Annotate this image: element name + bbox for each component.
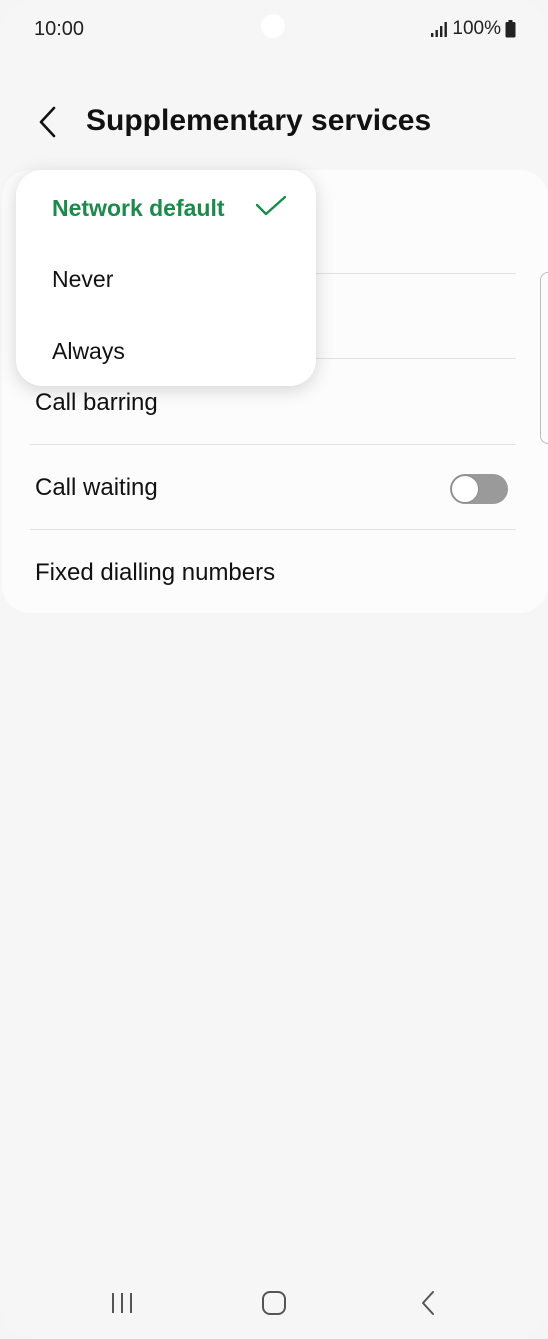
signal-icon (431, 22, 448, 37)
settings-item-label: Call waiting (35, 474, 158, 501)
status-bar: 10:00 100% (0, 0, 548, 60)
home-icon (262, 1291, 286, 1315)
settings-item-label: Fixed dialling numbers (35, 559, 276, 586)
back-icon (422, 1291, 434, 1315)
settings-item-fixed-dialling-numbers[interactable]: Fixed dialling numbers (28, 530, 516, 615)
status-time: 10:00 (34, 18, 85, 40)
settings-item-call-waiting[interactable]: Call waiting (28, 445, 516, 530)
dropdown-option-never[interactable]: Never (16, 242, 316, 314)
dropdown-option-always[interactable]: Always (16, 314, 316, 386)
back-button[interactable] (28, 100, 68, 144)
dropdown-menu: Network default Never Always (16, 170, 316, 386)
battery-icon (505, 20, 516, 38)
check-icon (255, 195, 287, 216)
scrollbar-handle[interactable] (540, 272, 548, 444)
phone-screen: 10:00 100% Supplementary services Call b… (0, 0, 548, 1339)
dropdown-option-network-default[interactable]: Network default (16, 170, 316, 242)
battery-percentage: 100% (452, 18, 501, 39)
chevron-left-icon (39, 106, 56, 138)
navigation-bar (0, 1270, 548, 1339)
page-title: Supplementary services (86, 104, 432, 137)
call-waiting-toggle[interactable] (450, 474, 508, 504)
nav-back-button[interactable] (398, 1278, 458, 1328)
recent-apps-icon (112, 1293, 132, 1313)
home-button[interactable] (244, 1278, 304, 1328)
front-camera (261, 14, 285, 38)
dropdown-option-label: Never (52, 266, 114, 292)
dropdown-option-label: Always (52, 338, 125, 364)
status-indicators: 100% (430, 18, 516, 40)
app-header: Supplementary services (0, 90, 548, 154)
recent-apps-button[interactable] (92, 1278, 152, 1328)
settings-item-label: Call barring (35, 389, 158, 416)
dropdown-option-label: Network default (52, 195, 225, 221)
toggle-knob (451, 475, 479, 503)
